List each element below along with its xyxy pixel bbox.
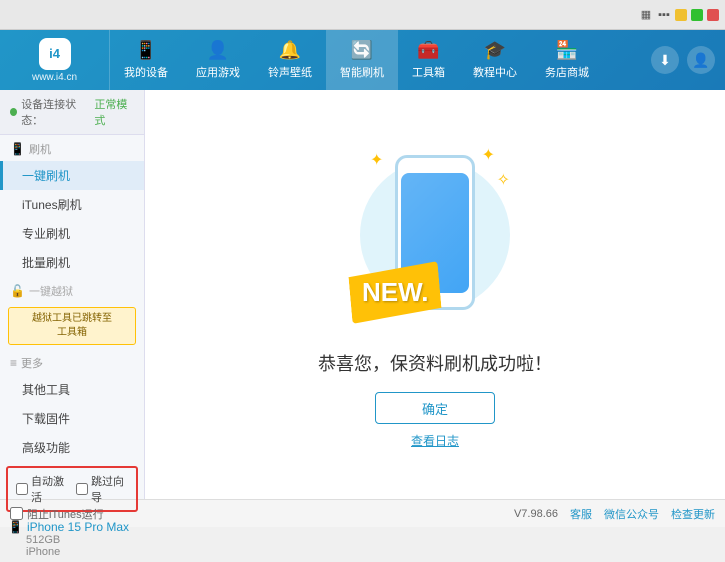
wifi-icon: ▦ bbox=[639, 8, 653, 22]
itunes-checkbox[interactable] bbox=[10, 507, 23, 520]
status-bar-right: V7.98.66 客服 微信公众号 检查更新 bbox=[514, 506, 715, 522]
sidebar: 设备连接状态： 正常模式 📱 刷机 一键刷机 iTunes刷机 专业刷机 批量刷… bbox=[0, 90, 145, 499]
toolbox-icon: 🧰 bbox=[417, 40, 439, 61]
apps-games-icon: 👤 bbox=[207, 40, 229, 61]
sidebar-section-jailbreak-header: 🔓 一键越狱 bbox=[0, 277, 144, 303]
content-area: ✦ ✦ ✧ NEW. 恭喜您，保资料刷机成功啦！ 确定 查看日志 bbox=[145, 90, 725, 499]
sidebar-section-flash: 📱 刷机 一键刷机 iTunes刷机 专业刷机 批量刷机 bbox=[0, 135, 144, 277]
sidebar-item-pro-flash[interactable]: 专业刷机 bbox=[0, 219, 144, 248]
device-name: 📱 iPhone 15 Pro Max bbox=[8, 520, 136, 534]
smart-flash-icon: 🔄 bbox=[351, 40, 373, 61]
nav-my-device[interactable]: 📱 我的设备 bbox=[110, 30, 182, 90]
device-status: 设备连接状态： 正常模式 bbox=[0, 90, 144, 135]
jailbreak-section-icon: 🔓 bbox=[10, 284, 25, 298]
ringtone-icon: 🔔 bbox=[279, 40, 301, 61]
auto-activate-checkbox-label[interactable]: 自动激活 bbox=[16, 473, 68, 505]
header: i4 www.i4.cn 📱 我的设备 👤 应用游戏 🔔 铃声壁纸 🔄 智能刷机… bbox=[0, 30, 725, 90]
sidebar-item-one-key-flash[interactable]: 一键刷机 bbox=[0, 161, 144, 190]
logo-url: www.i4.cn bbox=[32, 72, 77, 83]
nav-smart-flash[interactable]: 🔄 智能刷机 bbox=[326, 30, 398, 90]
user-btn[interactable]: 👤 bbox=[687, 46, 715, 74]
nav-apps-games[interactable]: 👤 应用游戏 bbox=[182, 30, 254, 90]
more-section-label: 更多 bbox=[21, 355, 43, 371]
sidebar-item-advanced[interactable]: 高级功能 bbox=[0, 433, 144, 462]
header-right: ⬇ 👤 bbox=[651, 46, 725, 74]
sparkle-icon-3: ✧ bbox=[497, 170, 510, 190]
sidebar-section-more: ≡ 更多 其他工具 下载固件 高级功能 bbox=[0, 349, 144, 462]
nav-toolbox-label: 工具箱 bbox=[412, 64, 445, 80]
nav-ringtone[interactable]: 🔔 铃声壁纸 bbox=[254, 30, 326, 90]
wechat-link[interactable]: 微信公众号 bbox=[604, 506, 659, 522]
sidebar-item-batch-flash[interactable]: 批量刷机 bbox=[0, 248, 144, 277]
nav-service-store-label: 务店商城 bbox=[545, 64, 589, 80]
device-name-text: iPhone 15 Pro Max bbox=[27, 520, 129, 534]
itunes-label: 阻止iTunes运行 bbox=[27, 506, 104, 522]
nav-tutorial-label: 教程中心 bbox=[473, 64, 517, 80]
nav-apps-games-label: 应用游戏 bbox=[196, 64, 240, 80]
flash-section-icon: 📱 bbox=[10, 142, 25, 156]
device-icon: 📱 bbox=[8, 520, 23, 534]
nav-ringtone-label: 铃声壁纸 bbox=[268, 64, 312, 80]
device-info: 📱 iPhone 15 Pro Max 512GB iPhone bbox=[0, 516, 144, 562]
device-type: iPhone bbox=[8, 546, 136, 558]
nav-toolbox[interactable]: 🧰 工具箱 bbox=[398, 30, 459, 90]
tutorial-icon: 🎓 bbox=[484, 40, 506, 61]
auto-activate-checkbox[interactable] bbox=[16, 483, 28, 495]
status-dot bbox=[10, 108, 17, 116]
sidebar-item-other-tools[interactable]: 其他工具 bbox=[0, 375, 144, 404]
logo[interactable]: i4 www.i4.cn bbox=[0, 30, 110, 90]
nav-my-device-label: 我的设备 bbox=[124, 64, 168, 80]
confirm-button[interactable]: 确定 bbox=[375, 392, 495, 424]
itunes-checkbox-label[interactable]: 阻止iTunes运行 bbox=[10, 506, 104, 522]
version-text: V7.98.66 bbox=[514, 508, 558, 520]
nav-bar: 📱 我的设备 👤 应用游戏 🔔 铃声壁纸 🔄 智能刷机 🧰 工具箱 🎓 教程中心… bbox=[110, 30, 651, 90]
close-btn[interactable] bbox=[707, 9, 719, 21]
check-update-link[interactable]: 检查更新 bbox=[671, 506, 715, 522]
sidebar-item-download-fw[interactable]: 下载固件 bbox=[0, 404, 144, 433]
sidebar-section-jailbreak: 🔓 一键越狱 越狱工具已跳转至工具箱 bbox=[0, 277, 144, 349]
nav-smart-flash-label: 智能刷机 bbox=[340, 64, 384, 80]
my-device-icon: 📱 bbox=[135, 40, 157, 61]
main-layout: 设备连接状态： 正常模式 📱 刷机 一键刷机 iTunes刷机 专业刷机 批量刷… bbox=[0, 90, 725, 499]
success-illustration: ✦ ✦ ✧ NEW. bbox=[345, 140, 525, 340]
sidebar-item-itunes-flash[interactable]: iTunes刷机 bbox=[0, 190, 144, 219]
more-section-icon: ≡ bbox=[10, 356, 17, 370]
sparkle-icon-2: ✦ bbox=[482, 145, 495, 165]
status-label: 设备连接状态： bbox=[21, 96, 90, 128]
device-storage: 512GB bbox=[8, 534, 136, 546]
nav-tutorial[interactable]: 🎓 教程中心 bbox=[459, 30, 531, 90]
maximize-btn[interactable] bbox=[691, 9, 703, 21]
nav-service-store[interactable]: 🏪 务店商城 bbox=[531, 30, 603, 90]
signal-icon: ▪▪▪ bbox=[657, 8, 671, 22]
sidebar-section-flash-header: 📱 刷机 bbox=[0, 135, 144, 161]
status-mode: 正常模式 bbox=[94, 96, 134, 128]
skip-guide-checkbox[interactable] bbox=[76, 483, 88, 495]
view-log-link[interactable]: 查看日志 bbox=[411, 432, 459, 449]
skip-guide-checkbox-label[interactable]: 跳过向导 bbox=[76, 473, 128, 505]
success-message: 恭喜您，保资料刷机成功啦！ bbox=[318, 350, 552, 376]
minimize-btn[interactable] bbox=[675, 9, 687, 21]
auto-activate-label: 自动激活 bbox=[31, 473, 68, 505]
skip-guide-label: 跳过向导 bbox=[91, 473, 128, 505]
sparkle-icon-1: ✦ bbox=[370, 150, 383, 170]
new-badge-text: NEW. bbox=[362, 277, 428, 308]
flash-section-label: 刷机 bbox=[29, 141, 51, 157]
sidebar-section-more-header: ≡ 更多 bbox=[0, 349, 144, 375]
jailbreak-section-label: 一键越狱 bbox=[29, 283, 73, 299]
sidebar-jailbreak-notice: 越狱工具已跳转至工具箱 bbox=[8, 307, 136, 345]
logo-icon: i4 bbox=[39, 38, 71, 70]
service-store-icon: 🏪 bbox=[556, 40, 578, 61]
customer-service-link[interactable]: 客服 bbox=[570, 506, 592, 522]
new-badge: NEW. bbox=[348, 261, 442, 324]
top-bar: ▦ ▪▪▪ bbox=[0, 0, 725, 30]
download-btn[interactable]: ⬇ bbox=[651, 46, 679, 74]
status-bar-left: 阻止iTunes运行 bbox=[10, 506, 498, 522]
